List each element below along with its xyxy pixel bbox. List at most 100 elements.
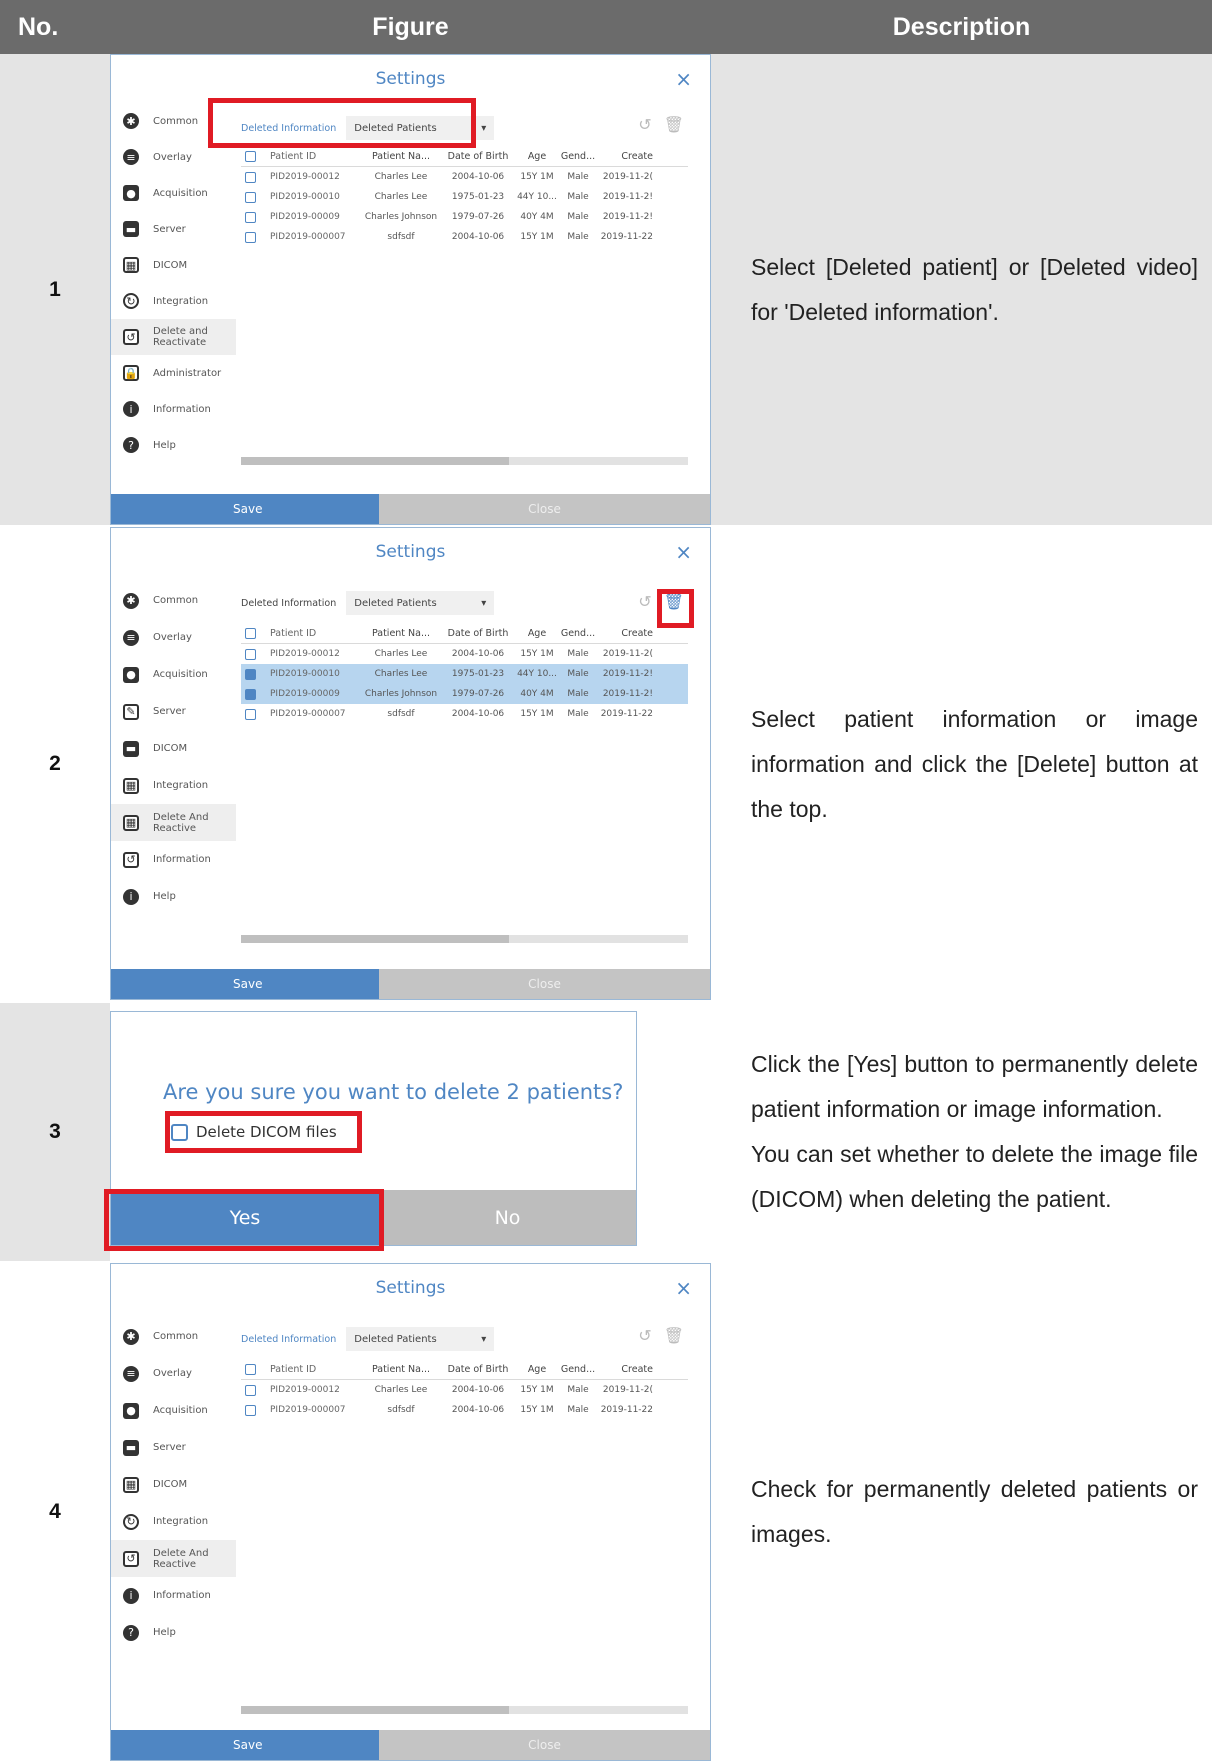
restore-icon[interactable]: ↺ (638, 1326, 651, 1345)
scrollbar-thumb[interactable] (241, 935, 510, 943)
close-icon[interactable]: × (675, 67, 692, 91)
dropdown-arrow-icon: ▾ (481, 122, 487, 134)
close-icon[interactable]: × (675, 540, 692, 564)
deleted-info-select[interactable]: Deleted Patients ▾ (346, 591, 495, 615)
horizontal-scrollbar[interactable] (241, 935, 688, 943)
table-row[interactable]: PID2019-00012 Charles Lee 2004-10-06 15Y 1M… (241, 1380, 688, 1400)
sidebar-item-information[interactable]: i Information (111, 391, 236, 427)
col-header[interactable]: Gend... (558, 1364, 598, 1375)
table-row-selected[interactable]: PID2019-00010 Charles Lee 1975-01-23 44Y 10… (241, 664, 688, 684)
table-row[interactable]: PID2019-00012 Charles Lee 2004-10-06 15Y 1M… (241, 167, 688, 187)
scrollbar-thumb[interactable] (241, 457, 510, 465)
col-header[interactable]: Patient ID (270, 1364, 362, 1375)
sidebar-item-overlay[interactable]: ≡ Overlay (111, 1355, 236, 1392)
row-checkbox[interactable] (245, 1384, 256, 1396)
sidebar-item-integration[interactable]: ↻ Integration (111, 1503, 236, 1540)
sidebar-item-common[interactable]: ✱ Common (111, 582, 236, 619)
col-header[interactable]: Create (598, 1364, 653, 1375)
horizontal-scrollbar[interactable] (241, 1706, 688, 1714)
row-checkbox[interactable] (245, 231, 256, 243)
sidebar-item-help[interactable]: i Help (111, 878, 236, 915)
sidebar-item-common[interactable]: ✱ Common (111, 1318, 236, 1355)
table-row[interactable]: PID2019-00010 Charles Lee 1975-01-23 44Y 10… (241, 187, 688, 207)
col-header[interactable]: Create (598, 628, 653, 639)
restore-icon[interactable]: ↺ (638, 592, 651, 611)
col-header[interactable]: Patient ID (270, 628, 362, 639)
table-row[interactable]: PID2019-00012 Charles Lee 2004-10-06 15Y 1M… (241, 644, 688, 664)
cell: 1979-07-26 (451, 212, 505, 222)
row-checkbox[interactable] (245, 191, 256, 203)
sidebar-item-label: DICOM (153, 259, 188, 271)
row-checkbox-checked[interactable] (245, 688, 256, 700)
sidebar-item-server[interactable]: ✎ Server (111, 693, 236, 730)
close-button[interactable]: Close (379, 969, 710, 999)
restore-icon[interactable]: ↺ (638, 115, 651, 134)
sidebar-item-label: Acquisition (153, 1405, 208, 1416)
sidebar-item-acquisition[interactable]: ● Acquisition (111, 656, 236, 693)
deleted-info-label: Deleted Information (241, 597, 337, 609)
col-header[interactable]: Age (516, 151, 558, 162)
sidebar-item-acquisition[interactable]: ● Acquisition (111, 1392, 236, 1429)
table-row-selected[interactable]: PID2019-00009 Charles Johnson 1979-07-26 40… (241, 684, 688, 704)
row-checkbox[interactable] (245, 1404, 256, 1416)
sidebar-item-dicom[interactable]: ▦ DICOM (111, 247, 236, 283)
patient-table: Patient ID Patient Na... Date of Birth A… (241, 624, 688, 724)
trash-icon[interactable]: 🗑 (664, 1326, 684, 1345)
col-header[interactable]: Patient Na... (362, 151, 440, 162)
cell: Charles Lee (374, 192, 428, 202)
col-header[interactable]: Gend... (558, 628, 598, 639)
sidebar-item-label: Overlay (153, 1368, 192, 1379)
sidebar-item-delete-reactivate[interactable]: ↺ Delete And Reactive (111, 1540, 236, 1577)
select-all-checkbox[interactable] (245, 1364, 256, 1375)
sidebar-item-delete-reactivate[interactable]: ▦ Delete And Reactive (111, 804, 236, 841)
col-header[interactable]: Patient Na... (362, 628, 440, 639)
sidebar-item-administrator[interactable]: 🔒 Administrator (111, 355, 236, 391)
trash-icon[interactable]: 🗑 (664, 115, 684, 134)
sidebar-item-integration[interactable]: ▦ Integration (111, 767, 236, 804)
col-header[interactable]: Date of Birth (440, 1364, 516, 1375)
sidebar-item-dicom[interactable]: ▬ DICOM (111, 730, 236, 767)
table-row[interactable]: PID2019-000007 sdfsdf 2004-10-06 15Y 1M Male… (241, 1400, 688, 1420)
col-header[interactable]: Patient Na... (362, 1364, 440, 1375)
sidebar-item-information[interactable]: i Information (111, 1577, 236, 1614)
cell: 15Y 1M (520, 649, 554, 659)
col-header[interactable]: Age (516, 1364, 558, 1375)
sidebar-item-acquisition[interactable]: ● Acquisition (111, 175, 236, 211)
col-header[interactable]: Age (516, 628, 558, 639)
sidebar-item-information[interactable]: ↺ Information (111, 841, 236, 878)
close-button[interactable]: Close (379, 494, 710, 524)
close-button[interactable]: Close (379, 1730, 710, 1760)
row-checkbox[interactable] (245, 211, 256, 223)
col-header[interactable]: Date of Birth (440, 151, 516, 162)
sidebar-item-server[interactable]: ▬ Server (111, 1429, 236, 1466)
row-checkbox[interactable] (245, 648, 256, 660)
horizontal-scrollbar[interactable] (241, 457, 688, 465)
deleted-info-select[interactable]: Deleted Patients ▾ (346, 1327, 495, 1351)
sidebar-item-server[interactable]: ▬ Server (111, 211, 236, 247)
table-row[interactable]: PID2019-00009 Charles Johnson 1979-07-26 40… (241, 207, 688, 227)
no-button[interactable]: No (379, 1190, 636, 1245)
sidebar-item-overlay[interactable]: ≡ Overlay (111, 619, 236, 656)
select-all-checkbox[interactable] (245, 628, 256, 639)
table-row[interactable]: PID2019-000007 sdfsdf 2004-10-06 15Y 1M Male… (241, 704, 688, 724)
row-checkbox[interactable] (245, 171, 256, 183)
save-button[interactable]: Save (111, 1730, 379, 1760)
save-button[interactable]: Save (111, 494, 379, 524)
sidebar-item-help[interactable]: ? Help (111, 427, 236, 463)
col-header[interactable]: Create (598, 151, 653, 162)
sidebar-item-dicom[interactable]: ▦ DICOM (111, 1466, 236, 1503)
sidebar-item-delete-reactivate[interactable]: ↺ Delete and Reactivate (111, 319, 236, 355)
col-header[interactable]: Patient ID (270, 151, 362, 162)
row-checkbox-checked[interactable] (245, 668, 256, 680)
row-checkbox[interactable] (245, 708, 256, 720)
select-all-checkbox[interactable] (245, 151, 256, 162)
sidebar-item-integration[interactable]: ↻ Integration (111, 283, 236, 319)
col-header[interactable]: Gend... (558, 151, 598, 162)
col-header[interactable]: Date of Birth (440, 628, 516, 639)
sidebar-item-help[interactable]: ? Help (111, 1614, 236, 1651)
save-button[interactable]: Save (111, 969, 379, 999)
scrollbar-thumb[interactable] (241, 1706, 510, 1714)
deleted-info-label: Deleted Information (241, 1333, 337, 1345)
table-row[interactable]: PID2019-000007 sdfsdf 2004-10-06 15Y 1M Male… (241, 227, 688, 247)
close-icon[interactable]: × (675, 1276, 692, 1300)
